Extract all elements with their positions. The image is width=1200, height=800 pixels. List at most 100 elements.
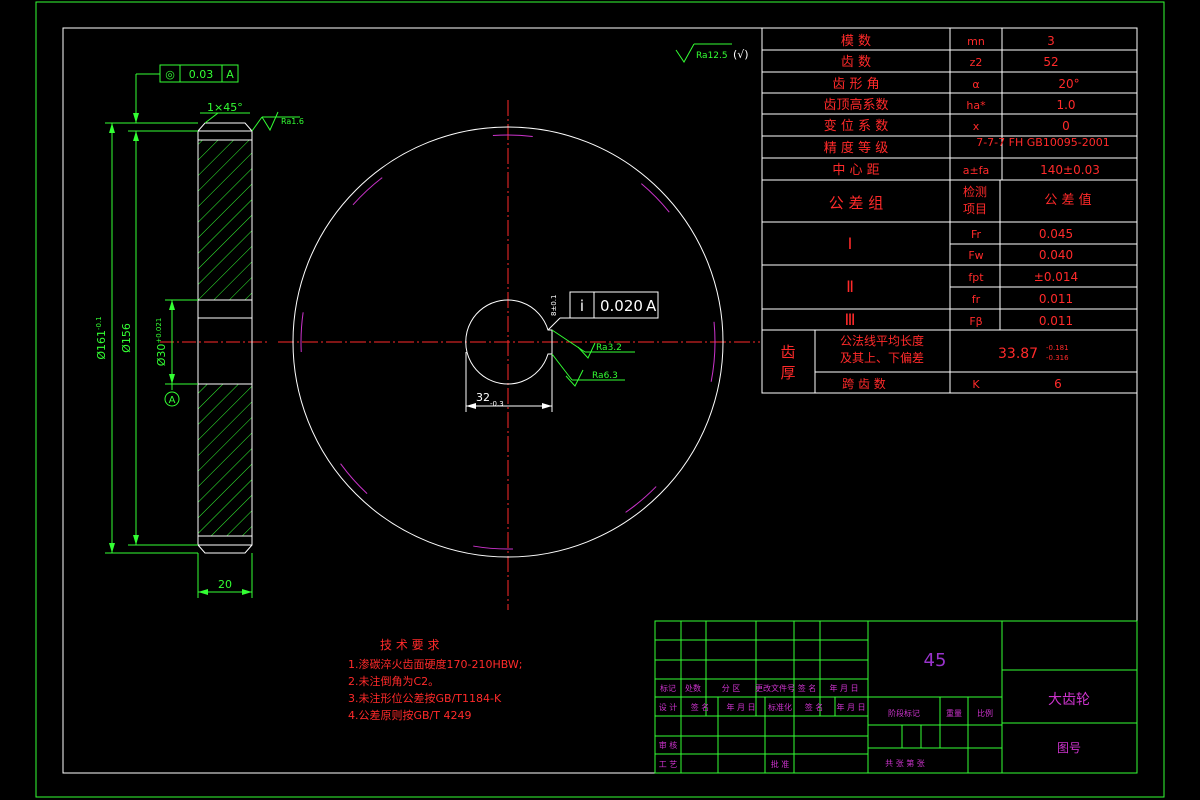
tol-val: 0.011 [1039, 292, 1073, 306]
tol-item-header-1: 检测 [963, 184, 987, 199]
table-row-name: 模 数 [841, 34, 871, 49]
technical-notes: 技 术 要 求 1.渗碳淬火齿面硬度170-210HBW; 2.未注倒角为C2。… [348, 638, 522, 722]
table-row-sym: ha* [966, 99, 986, 112]
tb-design: 签 名 [805, 702, 824, 712]
table-row-val: 1.0 [1056, 98, 1075, 112]
runout-icon: ◎ [165, 68, 175, 81]
table-row-val: 20° [1058, 77, 1079, 91]
tol-sym: Fr [971, 228, 982, 241]
tb-design: 年 月 日 [726, 702, 755, 712]
table-row-name: 变 位 系 数 [824, 118, 888, 134]
table-row-sym: x [973, 120, 980, 133]
runout-tolerance-frame: ◎ 0.03 A [159, 64, 239, 83]
title-block: 45 大齿轮 图号 标记 处数 分 区 更改文件号 签 名 年 月 日 设 计 … [654, 620, 1138, 774]
symmetry-icon: i [580, 297, 584, 315]
tb-label: 处数 [685, 683, 701, 693]
tol-val: 0.040 [1039, 248, 1073, 262]
runout-value: 0.03 [189, 68, 214, 81]
symmetry-value: 0.020 [600, 297, 643, 315]
general-roughness: Ra12.5 (√) [675, 43, 749, 63]
keyway-label: 32 [476, 391, 490, 404]
front-view: 32-0.3 8±0.1 i 0.020 A Ra3.2 Ra6.3 [278, 100, 760, 610]
svg-text:Ø161-0.1: Ø161-0.1 [95, 316, 108, 359]
span-label: 跨 齿 数 [842, 376, 886, 391]
part-name: 大齿轮 [1048, 692, 1090, 708]
key-depth-label: 8±0.1 [550, 295, 558, 316]
tol-group-header: 公 差 组 [829, 194, 884, 212]
table-row-name: 中 心 距 [832, 163, 879, 178]
tol-sym: Fβ [969, 315, 982, 328]
tb-design: 设 计 [659, 702, 678, 712]
note-item: 2.未注倒角为C2。 [348, 674, 439, 688]
table-row-sym: a±fa [963, 164, 990, 177]
tb-design: 标准化 [768, 702, 792, 712]
pitch-label: Ø156 [120, 323, 133, 353]
od-tol: -0.1 [95, 316, 103, 330]
thickness-value: 33.87 [998, 346, 1038, 362]
bore-tol: +0.021 [155, 318, 163, 344]
note-item: 4.公差原则按GB/T 4249 [348, 708, 471, 722]
table-row-val: 0 [1062, 119, 1070, 133]
tb-design: 年 月 日 [836, 702, 865, 712]
tol-item-header-2: 项目 [963, 202, 987, 216]
width-label: 20 [218, 578, 232, 591]
note-item: 1.渗碳淬火齿面硬度170-210HBW; [348, 657, 522, 671]
symmetry-ref: A [646, 297, 657, 315]
table-row-val: 52 [1043, 55, 1058, 69]
ra-general-label: Ra12.5 [696, 51, 728, 61]
tb-label: 签 名 [798, 683, 817, 693]
chamfer-label: 1×45° [207, 101, 243, 114]
drawing-canvas: Ø161-0.1 Ø156 Ø30+0.021 20 1×45° Ra1.6 ◎… [35, 1, 1165, 798]
tol-group-1: Ⅰ [848, 234, 853, 253]
tol-group-3: Ⅲ [844, 310, 855, 329]
thickness-label-1: 齿 [780, 343, 795, 361]
tol-group-2: Ⅱ [846, 277, 854, 296]
table-row-name: 齿 数 [841, 55, 871, 70]
ra-key1-label: Ra3.2 [596, 343, 622, 353]
tb-design: 签 名 [691, 702, 710, 712]
symmetry-tolerance-frame: i 0.020 A [569, 291, 659, 319]
tol-sym: fpt [968, 271, 984, 284]
tol-sym: fr [972, 293, 981, 306]
thickness-lower: -0.316 [1046, 354, 1069, 362]
svg-text:33.87: 33.87 [998, 346, 1038, 362]
tb-label: 更改文件号 [755, 683, 795, 693]
ra-face-label: Ra1.6 [281, 117, 304, 126]
tb-scale: 比例 [977, 708, 993, 718]
datum-label: A [169, 395, 176, 406]
tb-weight: 重量 [946, 708, 962, 718]
roughness-symbol-face [261, 111, 279, 132]
drawing-number: 图号 [1057, 741, 1081, 755]
table-row-val: 3 [1047, 34, 1055, 48]
tol-val: 0.011 [1039, 314, 1073, 328]
notes-title: 技 术 要 求 [380, 638, 439, 652]
keyway-tol: -0.3 [490, 400, 504, 408]
tb-label: 分 区 [722, 684, 741, 693]
material-label: 45 [924, 650, 947, 671]
tb-label: 标记 [660, 683, 676, 693]
side-view: Ø161-0.1 Ø156 Ø30+0.021 20 1×45° Ra1.6 ◎… [95, 64, 304, 598]
tol-value-header: 公 差 值 [1044, 192, 1091, 208]
bore-label: Ø30 [155, 344, 168, 367]
table-row-sym: mn [967, 35, 985, 48]
thickness-line1: 公法线平均长度 [840, 333, 924, 348]
thickness-label-2: 厚 [780, 364, 795, 382]
ra-key2-label: Ra6.3 [592, 371, 618, 381]
od-label: Ø161 [95, 330, 108, 360]
runout-ref: A [226, 68, 234, 81]
span-sym: K [972, 378, 980, 391]
hatch-lower [197, 383, 253, 537]
tb-stage: 阶段标记 [888, 708, 920, 718]
svg-text:32-0.3: 32-0.3 [476, 391, 504, 408]
hatch-upper [197, 139, 253, 301]
tol-val: ±0.014 [1034, 270, 1078, 284]
tol-val: 0.045 [1039, 227, 1073, 241]
span-val: 6 [1054, 377, 1062, 391]
tb-process: 工 艺 [659, 760, 678, 769]
table-row-name: 精 度 等 级 [824, 140, 888, 156]
datum-symbol: A [164, 391, 180, 407]
roughness-symbol [675, 43, 695, 63]
tb-review: 审 核 [659, 740, 678, 750]
table-row-name: 齿 形 角 [832, 77, 879, 92]
gear-parameter-table: 模 数 mn 3 齿 数 z2 52 齿 形 角 α 20° 齿顶高系数 ha*… [761, 27, 1138, 394]
